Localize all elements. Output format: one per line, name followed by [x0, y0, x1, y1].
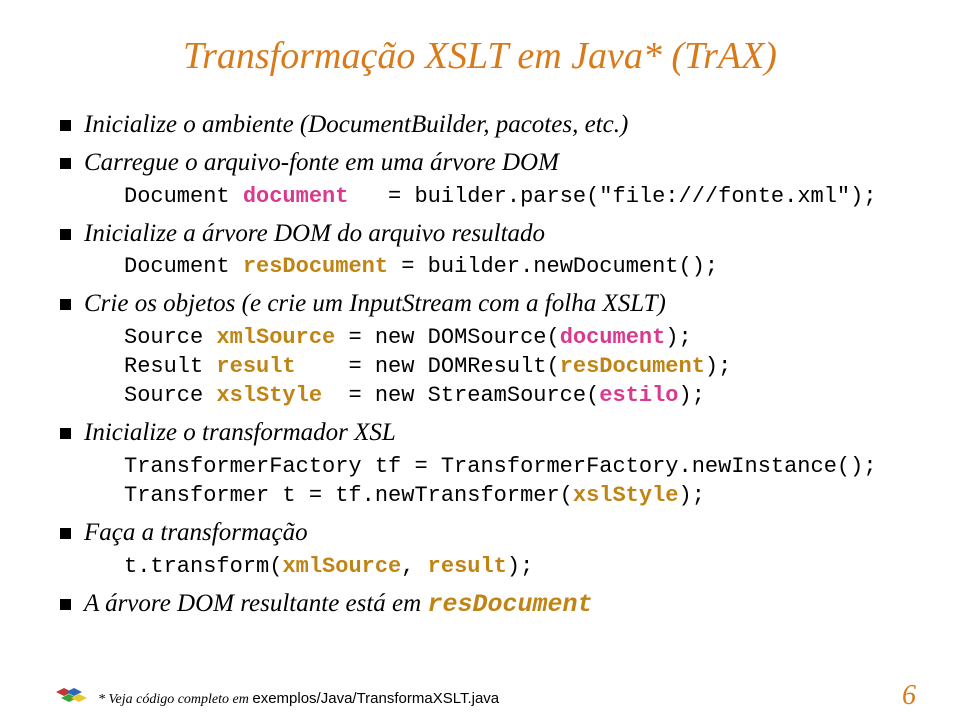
- slide-title: Transformação XSLT em Java* (TrAX): [56, 34, 904, 78]
- code-text: ,: [401, 554, 427, 579]
- code-keyword: xslStyle: [216, 383, 322, 408]
- code-text: TransformerFactory tf = TransformerFacto…: [124, 454, 877, 479]
- code-text: t.transform(: [124, 554, 282, 579]
- code-text: Result: [124, 354, 216, 379]
- code-text: );: [679, 483, 705, 508]
- bullet-text: Inicialize o transformador XSL: [84, 419, 396, 446]
- code-variable: resDocument: [560, 354, 705, 379]
- bullet-item: Carregue o arquivo-fonte em uma árvore D…: [56, 146, 904, 211]
- code-text: Transformer t = tf.newTransformer(: [124, 483, 573, 508]
- code-text: Source: [124, 325, 216, 350]
- code-text: );: [679, 383, 705, 408]
- code-text: );: [507, 554, 533, 579]
- code-block: Document resDocument = builder.newDocume…: [84, 252, 904, 281]
- bullet-text: A árvore DOM resultante está em resDocum…: [84, 590, 593, 617]
- code-text: );: [665, 325, 691, 350]
- footnote: * Veja código completo em exemplos/Java/…: [98, 690, 499, 708]
- footnote-path: exemplos/Java/TransformaXSLT.java: [252, 690, 499, 707]
- bullet-text: Carregue o arquivo-fonte em uma árvore D…: [84, 149, 559, 176]
- code-text: = new DOMSource(: [335, 325, 559, 350]
- code-variable: document: [243, 184, 349, 209]
- code-keyword: result: [216, 354, 295, 379]
- text-span: A árvore DOM resultante está em: [84, 590, 427, 617]
- bullet-text: Crie os objetos (e crie um InputStream c…: [84, 290, 666, 317]
- code-block: Source xmlSource = new DOMSource(documen…: [84, 323, 904, 410]
- page-number: 6: [902, 680, 916, 712]
- code-variable: resDocument: [243, 254, 388, 279]
- code-block: TransformerFactory tf = TransformerFacto…: [84, 452, 904, 510]
- code-text: Document: [124, 254, 243, 279]
- code-variable: estilo: [599, 383, 678, 408]
- bullet-item: Inicialize o ambiente (DocumentBuilder, …: [56, 108, 904, 142]
- logo-icon: [56, 686, 90, 712]
- code-text: = new DOMResult(: [296, 354, 560, 379]
- bullet-list: Inicialize o ambiente (DocumentBuilder, …: [56, 108, 904, 622]
- code-variable: document: [560, 325, 666, 350]
- code-keyword: xmlSource: [282, 554, 401, 579]
- code-block: t.transform(xmlSource, result);: [84, 552, 904, 581]
- bullet-item: Inicialize o transformador XSL Transform…: [56, 416, 904, 510]
- code-text: = builder.newDocument();: [388, 254, 718, 279]
- code-text: );: [705, 354, 731, 379]
- bullet-item: A árvore DOM resultante está em resDocum…: [56, 587, 904, 622]
- bullet-item: Inicialize a árvore DOM do arquivo resul…: [56, 217, 904, 282]
- bullet-item: Crie os objetos (e crie um InputStream c…: [56, 287, 904, 410]
- slide: Transformação XSLT em Java* (TrAX) Inici…: [0, 0, 960, 724]
- code-text: Document: [124, 184, 243, 209]
- bullet-text: Inicialize a árvore DOM do arquivo resul…: [84, 220, 545, 247]
- code-keyword: result: [428, 554, 507, 579]
- footnote-italic: * Veja código completo em: [98, 692, 252, 707]
- code-text: = builder.parse("file:///fonte.xml");: [348, 184, 876, 209]
- bullet-text: Faça a transformação: [84, 519, 308, 546]
- code-block: Document document = builder.parse("file:…: [84, 182, 904, 211]
- code-inline: resDocument: [427, 590, 592, 619]
- bullet-item: Faça a transformação t.transform(xmlSour…: [56, 516, 904, 581]
- footer: * Veja código completo em exemplos/Java/…: [56, 686, 499, 712]
- code-keyword: xmlSource: [216, 325, 335, 350]
- code-text: = new StreamSource(: [322, 383, 599, 408]
- bullet-text: Inicialize o ambiente (DocumentBuilder, …: [84, 111, 628, 138]
- code-keyword: xslStyle: [573, 483, 679, 508]
- code-text: Source: [124, 383, 216, 408]
